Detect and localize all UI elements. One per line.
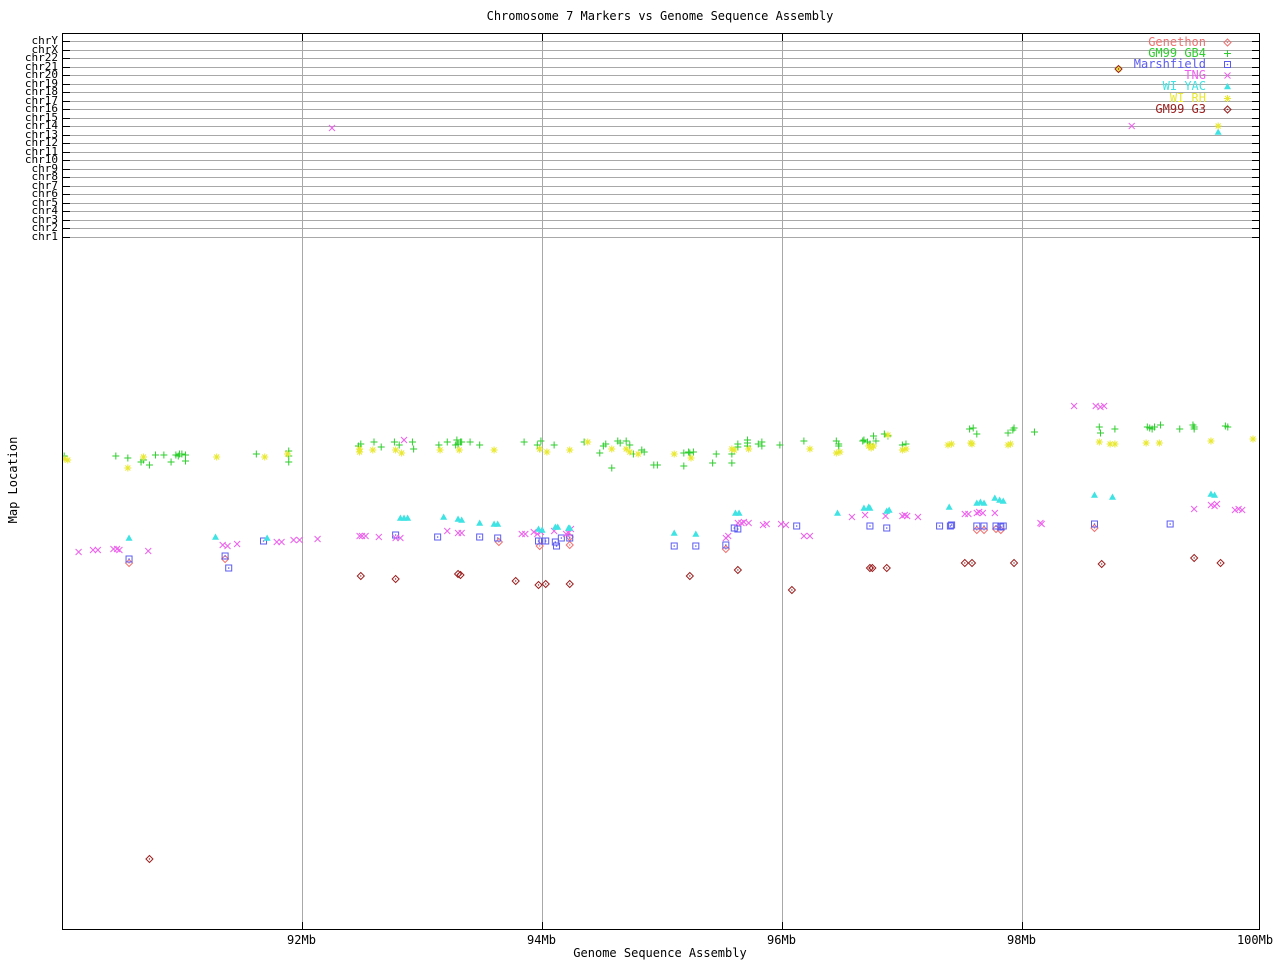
x-axis-label: Genome Sequence Assembly xyxy=(573,946,747,960)
series-wi-yac xyxy=(125,128,1222,541)
y-axis-label: Map Location xyxy=(6,436,20,524)
x-tick-label-100Mb: 100Mb xyxy=(1236,933,1274,947)
legend-label: GM99 G3 xyxy=(1155,101,1206,116)
y-tick-label-chr1: chr1 xyxy=(31,229,59,243)
x-tick-label-98Mb: 98Mb xyxy=(1007,933,1036,947)
chart-canvas: Chromosome 7 Markers vs Genome Sequence … xyxy=(0,0,1280,960)
series-marshfield xyxy=(125,520,1174,572)
plot-svg xyxy=(63,34,1259,929)
legend-row: GM99 G3 xyxy=(1100,103,1240,115)
x-tick-label-94Mb: 94Mb xyxy=(527,933,556,947)
legend-marker-icon xyxy=(1223,104,1232,114)
series-gm99-g3 xyxy=(145,64,1225,864)
series-tng xyxy=(75,122,1246,556)
series-gm99-gb4 xyxy=(63,421,1232,472)
chart-title: Chromosome 7 Markers vs Genome Sequence … xyxy=(486,9,834,23)
series-genethon xyxy=(124,523,1099,568)
x-tick-label-92Mb: 92Mb xyxy=(287,933,316,947)
x-tick-label-96Mb: 96Mb xyxy=(767,933,796,947)
plot-area xyxy=(62,33,1260,930)
